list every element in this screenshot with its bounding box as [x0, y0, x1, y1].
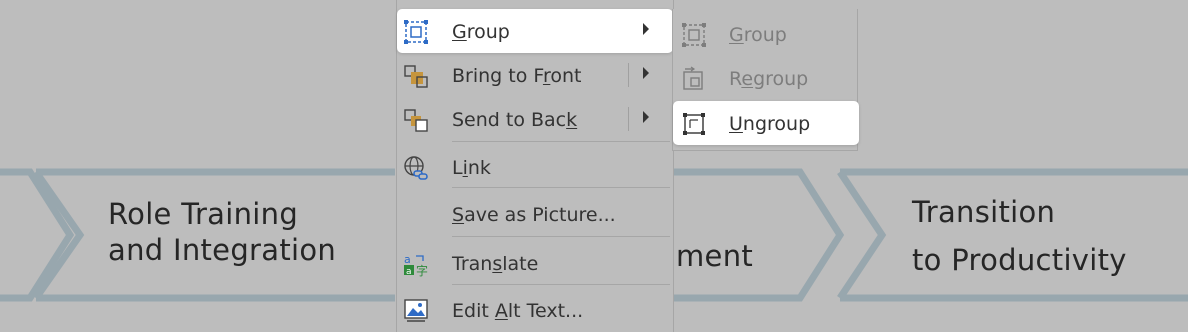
menu-item-label: Group — [452, 21, 510, 43]
submenu-arrow-icon[interactable] — [643, 111, 649, 123]
bring-to-front-icon — [403, 63, 428, 88]
link-globe-icon — [403, 155, 428, 180]
step-label-line: Role Training — [108, 197, 299, 231]
submenu-item-regroup[interactable]: Regroup — [673, 56, 857, 100]
step-label-line: to Productivity — [912, 243, 1127, 277]
step-transition: Transition to Productivity — [912, 188, 1127, 284]
menu-item-label: Send to Back — [452, 109, 578, 131]
menu-separator — [452, 284, 670, 285]
menu-item-send-to-back[interactable]: Send to Back — [397, 97, 673, 141]
svg-text:a: a — [404, 253, 411, 266]
menu-separator — [452, 236, 670, 237]
step-label-line: Transition — [912, 195, 1056, 229]
submenu-item-label: Group — [729, 24, 787, 46]
group-icon — [681, 22, 707, 48]
group-submenu: Group Regroup Ungroup — [672, 9, 859, 151]
menu-separator — [452, 141, 670, 142]
menu-item-save-as-picture[interactable]: Save as Picture... — [397, 192, 673, 236]
split-divider — [628, 107, 629, 131]
menu-item-edit-alt-text[interactable]: Edit Alt Text... — [397, 288, 673, 332]
menu-item-label: Edit Alt Text... — [452, 300, 584, 322]
submenu-arrow-icon — [643, 23, 649, 35]
regroup-icon — [681, 66, 707, 92]
menu-item-bring-to-front[interactable]: Bring to Front — [397, 53, 673, 97]
menu-item-label: Link — [452, 157, 491, 179]
submenu-item-label: Ungroup — [729, 113, 811, 135]
menu-item-translate[interactable]: a字a Translate — [397, 241, 673, 285]
svg-text:a: a — [406, 267, 412, 277]
menu-item-label: Translate — [452, 253, 539, 275]
step-role-training: Role Training and Integration — [108, 196, 336, 268]
menu-item-label: Bring to Front — [452, 65, 582, 87]
submenu-arrow-icon[interactable] — [643, 67, 649, 79]
step-middle-fragment: ment — [676, 239, 754, 273]
submenu-item-group[interactable]: Group — [673, 12, 857, 56]
menu-separator — [452, 187, 670, 188]
context-menu: Group Bring to Front Send to Back Link S… — [396, 0, 674, 332]
group-icon — [403, 19, 428, 44]
submenu-item-label: Regroup — [729, 68, 809, 90]
ungroup-icon — [681, 111, 707, 137]
menu-item-group[interactable]: Group — [397, 9, 673, 53]
menu-item-label: Save as Picture... — [452, 204, 616, 226]
split-divider — [628, 63, 629, 87]
alt-text-icon — [403, 298, 428, 322]
step-label-line: and Integration — [108, 233, 337, 267]
menu-item-link[interactable]: Link — [397, 145, 673, 189]
svg-text:字: 字 — [416, 263, 428, 277]
translate-icon: a字a — [403, 251, 428, 278]
submenu-item-ungroup[interactable]: Ungroup — [673, 101, 859, 145]
send-to-back-icon — [403, 107, 428, 132]
